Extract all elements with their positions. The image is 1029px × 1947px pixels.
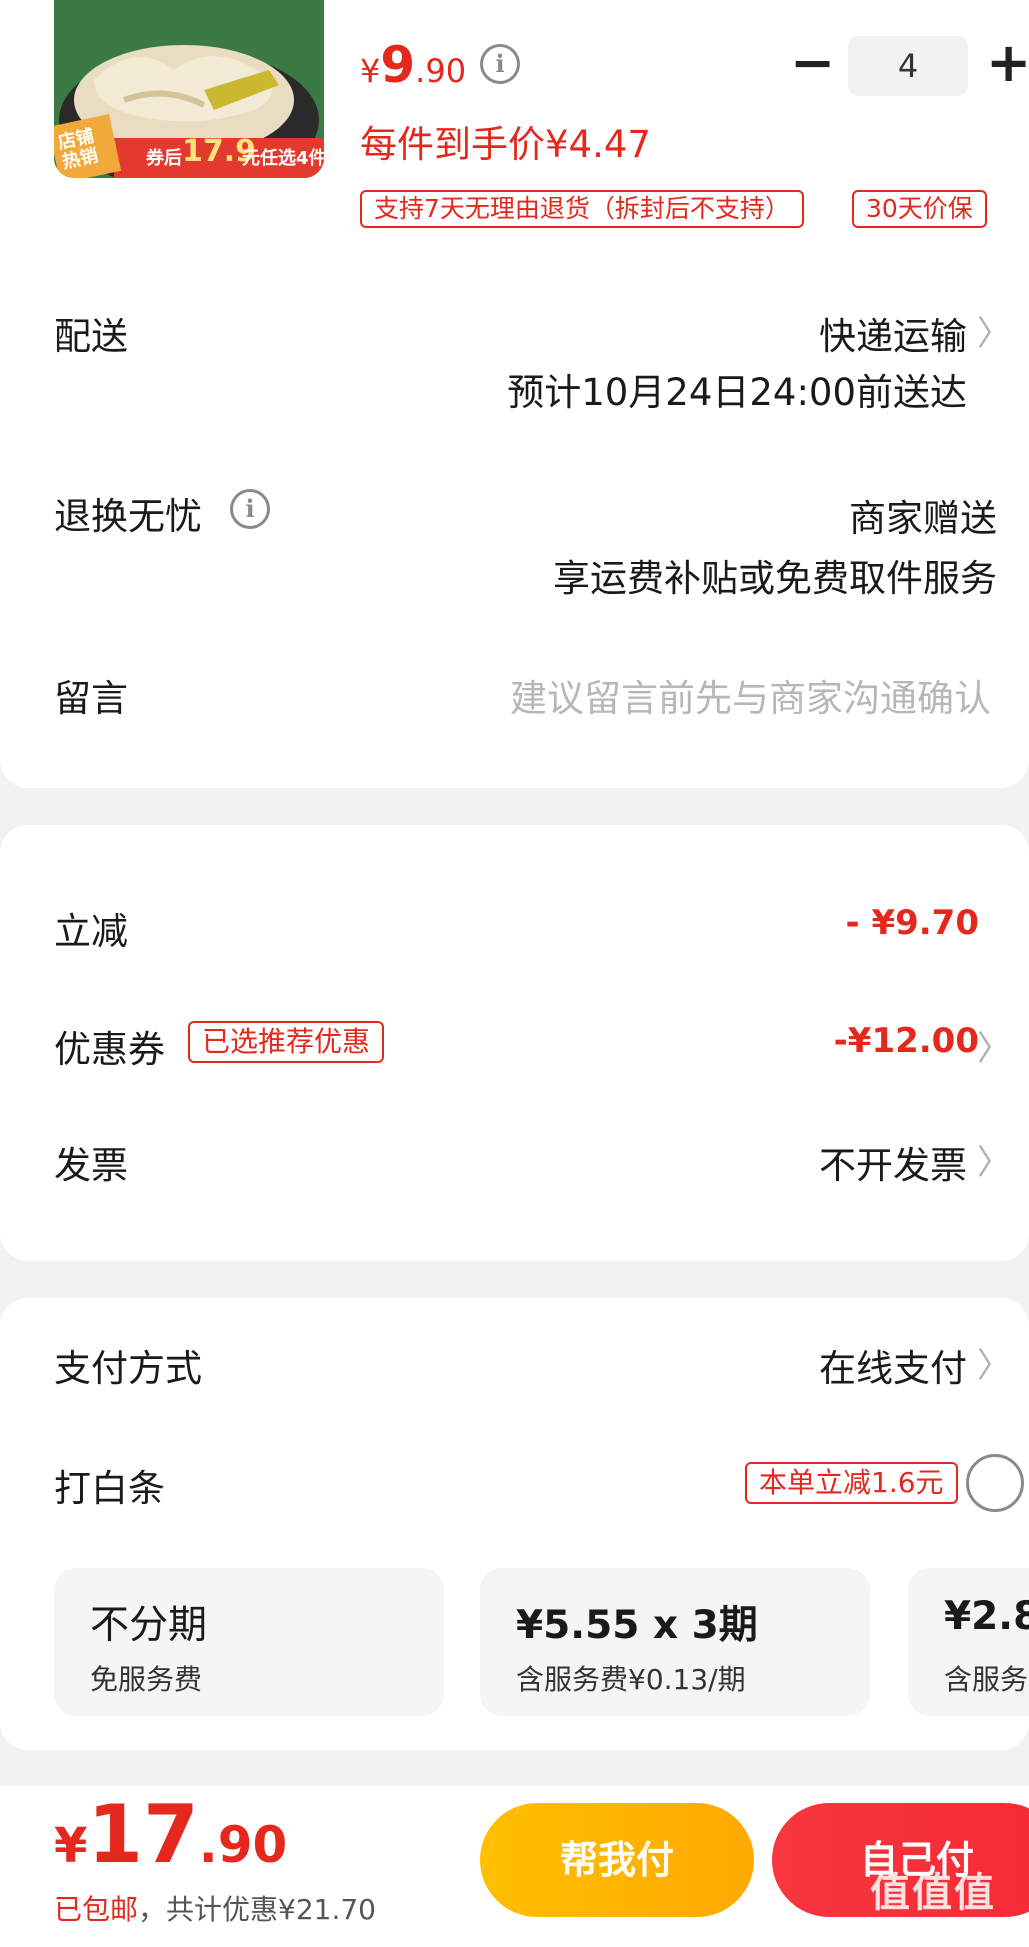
total-price: ¥17.90: [54, 1788, 287, 1881]
return-service-value: 商家赠送: [849, 497, 997, 540]
return-service-detail: 享运费补贴或免费取件服务: [553, 557, 997, 600]
watermark-logo: 值值值: [870, 1870, 996, 1916]
info-icon[interactable]: i: [480, 44, 520, 84]
product-thumbnail[interactable]: 店铺 热销 券后 17.9 元任选4件: [54, 0, 324, 178]
plan-title: ¥2.8: [944, 1594, 1029, 1639]
watermark: 值值值 zhizhizhi.com: [870, 1860, 1020, 1940]
instant-discount-value: - ¥9.70: [845, 903, 980, 943]
unit-price: ¥9.90: [360, 36, 466, 94]
return-policy-tag: 支持7天无理由退货（拆封后不支持）: [360, 190, 804, 228]
chevron-right-icon[interactable]: 〉: [977, 1338, 1011, 1387]
plus-icon[interactable]: +: [986, 36, 1029, 90]
total-integer: 17: [87, 1788, 199, 1881]
plan-title: 不分期: [90, 1603, 208, 1648]
price-currency: ¥: [360, 52, 381, 90]
chevron-right-icon[interactable]: 〉: [977, 306, 1011, 355]
delivery-method[interactable]: 快递运输: [819, 306, 967, 360]
promo-badge-suffix: 元任选4件: [242, 148, 324, 169]
plan-subtitle: 含服务费¥0.13/期: [516, 1663, 746, 1696]
total-discount-text: ，共计优惠¥21.70: [138, 1893, 376, 1926]
quantity-stepper[interactable]: 4: [848, 36, 968, 96]
installment-plan-3[interactable]: ¥5.55 x 3期 含服务费¥0.13/期: [480, 1568, 870, 1716]
help-pay-button[interactable]: 帮我付: [480, 1803, 754, 1917]
price-protect-tag: 30天价保: [852, 190, 987, 228]
delivery-estimate: 预计10月24日24:00前送达: [507, 371, 967, 414]
coupon-value[interactable]: -¥12.00: [834, 1021, 979, 1061]
instant-discount-label: 立减: [54, 910, 128, 953]
total-decimal: .90: [198, 1816, 288, 1874]
invoice-value[interactable]: 不开发票: [819, 1135, 967, 1189]
total-summary: 已包邮，共计优惠¥21.70: [54, 1888, 376, 1928]
total-currency: ¥: [54, 1818, 88, 1874]
delivery-label: 配送: [54, 315, 128, 358]
free-shipping-text: 已包邮: [54, 1893, 139, 1926]
invoice-label: 发票: [54, 1144, 128, 1187]
promo-badge-prefix: 券后: [146, 148, 182, 169]
chevron-right-icon[interactable]: 〉: [977, 1021, 1011, 1070]
coupon-label: 优惠券: [54, 1028, 165, 1071]
price-integer: 9: [380, 36, 416, 94]
baitiao-discount-tag: 本单立减1.6元: [745, 1462, 958, 1504]
coupon-tag: 已选推荐优惠: [188, 1021, 385, 1063]
per-item-price: 每件到手价¥4.47: [360, 123, 651, 166]
installment-plan-none[interactable]: 不分期 免服务费: [54, 1568, 444, 1716]
order-item-card: 店铺 热销 券后 17.9 元任选4件 ¥9.90 i − 4 + 每件到手价¥…: [0, 0, 1029, 788]
plan-subtitle: 含服务: [944, 1663, 1029, 1696]
installment-plan-6[interactable]: ¥2.8 含服务: [908, 1568, 1029, 1716]
return-service-label: 退换无忧: [54, 495, 202, 538]
info-icon[interactable]: i: [230, 489, 270, 529]
plan-subtitle: 免服务费: [90, 1663, 203, 1696]
discount-card: 立减 - ¥9.70 优惠券 已选推荐优惠 -¥12.00 〉 发票 不开发票 …: [0, 825, 1029, 1261]
plan-title: ¥5.55 x 3期: [516, 1603, 758, 1648]
message-input[interactable]: 建议留言前先与商家沟通确认: [510, 668, 991, 722]
radio-circle-icon[interactable]: [966, 1454, 1024, 1512]
chevron-right-icon[interactable]: 〉: [977, 1135, 1011, 1184]
price-decimal: .90: [415, 52, 467, 90]
payment-method-value[interactable]: 在线支付: [819, 1338, 967, 1392]
baitiao-label: 打白条: [54, 1467, 165, 1510]
watermark-url: zhizhizhi.com: [870, 1918, 979, 1937]
payment-method-label: 支付方式: [54, 1347, 202, 1390]
minus-icon[interactable]: −: [790, 36, 835, 90]
message-label: 留言: [54, 677, 128, 720]
